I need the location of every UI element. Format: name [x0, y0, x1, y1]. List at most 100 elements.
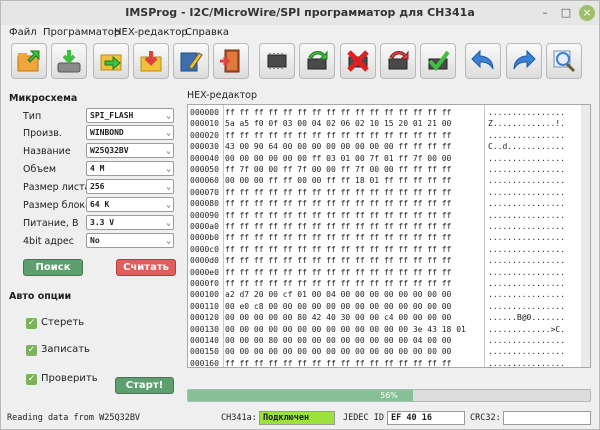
edit-button[interactable] [173, 43, 209, 79]
erase-chip-button[interactable] [340, 43, 376, 79]
type-label: Тип [23, 111, 42, 122]
4bit-address-value: No [90, 236, 100, 245]
4bit-address-select[interactable]: No ⌄ [86, 233, 174, 248]
menu-help[interactable]: Справка [185, 27, 229, 38]
menu-file[interactable]: Файл [9, 27, 37, 38]
block-size-select[interactable]: 64 K ⌄ [86, 197, 174, 212]
hex-row-off: 000150 [190, 347, 219, 357]
redo-button[interactable] [506, 43, 542, 79]
write-chip-button[interactable] [380, 43, 416, 79]
hex-row-bytes: ff ff ff ff ff ff ff ff ff ff ff ff ff f… [225, 210, 452, 220]
chevron-down-icon: ⌄ [166, 218, 171, 227]
hex-row-bytes: ff ff ff ff ff ff ff ff ff ff ff ff ff f… [225, 222, 452, 231]
open-file-button[interactable] [11, 43, 47, 79]
exit-button[interactable] [213, 43, 249, 79]
verify-checkbox[interactable]: ✓ [26, 374, 37, 385]
save-from-buffer-button[interactable] [133, 43, 169, 79]
minimize-icon[interactable]: – [537, 5, 553, 21]
chevron-down-icon: ⌄ [166, 164, 171, 173]
hex-row-ascii: ................ [488, 108, 566, 117]
title-bar: IMSProg - I2C/MicroWire/SPI программатор… [1, 1, 599, 25]
undo-icon [471, 49, 494, 70]
read-button[interactable]: Считать [116, 259, 176, 276]
manufacturer-select[interactable]: WINBOND ⌄ [86, 125, 174, 140]
hex-row-bytes: ff ff ff ff ff ff ff ff ff ff ff ff ff f… [225, 256, 452, 266]
write-chip-icon [388, 50, 409, 70]
type-select[interactable]: SPI_FLASH ⌄ [86, 108, 174, 123]
hex-row-off: 000070 [190, 187, 219, 197]
page-size-select[interactable]: 256 ⌄ [86, 179, 174, 194]
hex-row-bytes: ff ff ff ff ff ff ff ff ff ff ff ff ff f… [225, 233, 452, 243]
voltage-label: Питание, В [23, 218, 79, 229]
hex-row-off: 000030 [190, 142, 219, 152]
hex-row-off: 000010 [190, 119, 219, 129]
hex-row-off: 000140 [190, 336, 219, 345]
undo-button[interactable] [465, 43, 501, 79]
hex-editor[interactable]: 000000 ff ff ff ff ff ff ff ff ff ff ff f… [187, 104, 591, 368]
ch341-status-badge: Подключен [259, 411, 335, 425]
hex-row-off: 0000e0 [190, 267, 219, 277]
hex-row-bytes: ff ff ff ff ff ff ff ff ff ff ff ff ff f… [225, 267, 452, 277]
type-value: SPI_FLASH [90, 111, 134, 120]
hex-row-off: 000020 [190, 130, 219, 140]
hex-row-ascii: ................ [488, 153, 566, 163]
name-label: Название [23, 146, 71, 157]
write-checkbox[interactable]: ✓ [26, 345, 37, 356]
hex-row-ascii: ................ [488, 336, 566, 345]
search-button[interactable]: Поиск [23, 259, 83, 276]
hex-row-ascii: ................ [488, 165, 566, 174]
crc32-field [503, 411, 591, 425]
hex-row-bytes: a2 d7 20 00 cf 01 00 04 00 00 00 00 00 0… [225, 290, 452, 300]
search-chip-button[interactable] [546, 43, 582, 79]
erase-checkbox[interactable]: ✓ [26, 318, 37, 329]
menu-hex-editor[interactable]: HEX-редактор [114, 27, 188, 38]
size-label: Объем [23, 164, 57, 175]
redo-icon [513, 49, 536, 70]
hex-row-bytes: ff ff ff ff ff ff ff ff ff ff ff ff ff f… [225, 199, 452, 209]
hex-row-bytes: ff ff ff ff ff ff ff ff ff ff ff ff ff f… [225, 279, 452, 288]
hex-row-bytes: 00 e0 c8 00 00 00 00 00 00 00 00 00 00 0… [225, 301, 452, 311]
hex-row-off: 0000c0 [190, 244, 219, 254]
hex-row-bytes: ff ff ff ff ff ff ff ff ff ff ff ff ff f… [225, 108, 452, 117]
hex-row-bytes: ff ff ff ff ff ff ff ff ff ff ff ff ff f… [225, 244, 452, 254]
hex-scrollbar[interactable] [581, 105, 590, 367]
hex-row-ascii: ................ [488, 256, 566, 266]
ascii-separator [484, 105, 485, 367]
hex-row-ascii: .............>C. [488, 324, 566, 334]
start-button[interactable]: Старт! [115, 377, 174, 394]
hex-row-bytes: 43 00 90 64 00 00 00 00 00 00 00 00 ff f… [225, 142, 452, 152]
load-to-buffer-button[interactable] [93, 43, 129, 79]
hex-row-ascii: ................ [488, 176, 566, 186]
status-bar: Reading data from W25Q32BV CH341a: Подкл… [1, 409, 599, 429]
hex-row-ascii: ................ [488, 222, 566, 231]
toolbar [1, 42, 599, 84]
hex-row-ascii: ................ [488, 187, 566, 197]
hex-row-bytes: ff ff ff ff ff ff ff ff ff ff ff ff ff f… [225, 358, 452, 368]
hex-row-off: 000120 [190, 313, 219, 323]
verify-chip-button[interactable] [420, 43, 456, 79]
maximize-icon[interactable]: □ [558, 5, 574, 21]
edit-icon [180, 52, 203, 72]
save-file-button[interactable] [51, 43, 87, 79]
hex-row-ascii: ................ [488, 301, 566, 311]
read-chip-button[interactable] [299, 43, 335, 79]
hex-row-ascii: ................ [488, 358, 566, 368]
name-select[interactable]: W25Q32BV ⌄ [86, 143, 174, 158]
hex-row-off: 0000a0 [190, 222, 219, 231]
chevron-down-icon: ⌄ [166, 111, 171, 120]
offset-separator [223, 105, 224, 367]
close-icon[interactable]: × [579, 5, 595, 21]
menu-programmer[interactable]: Программатор [43, 27, 120, 38]
hex-row-ascii: ......B@0....... [488, 313, 566, 323]
auto-options-title: Авто опции [9, 291, 72, 302]
4bit-address-label: 4bit адрес [23, 236, 74, 247]
hex-row-ascii: ................ [488, 233, 566, 243]
voltage-select[interactable]: 3.3 V ⌄ [86, 215, 174, 230]
block-size-label: Размер блока [23, 200, 91, 211]
hex-row-ascii: ................ [488, 267, 566, 277]
app-window: IMSProg - I2C/MicroWire/SPI программатор… [0, 0, 600, 430]
chevron-down-icon: ⌄ [166, 182, 171, 191]
size-select[interactable]: 4 M ⌄ [86, 161, 174, 176]
chip-info-button[interactable] [259, 43, 295, 79]
hex-row-off: 000050 [190, 165, 219, 174]
